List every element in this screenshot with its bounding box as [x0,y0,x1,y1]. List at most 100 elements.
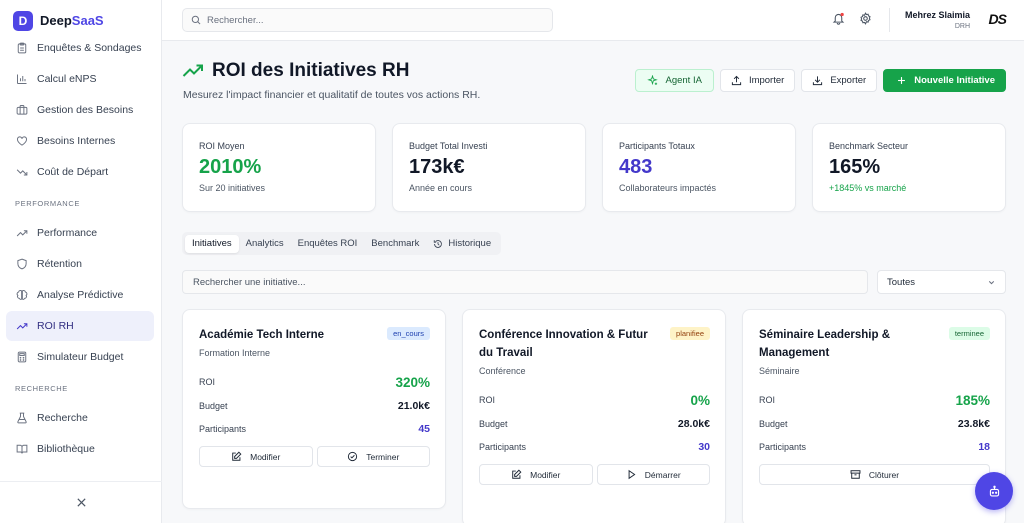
calculator-icon [17,351,27,363]
card-roi: 0% [690,392,710,408]
modify-button[interactable]: Modifier [479,464,593,485]
tab-historique[interactable]: Historique [426,235,498,253]
initiative-card: Conférence Innovation & Futur du Travail… [462,309,726,523]
user-info[interactable]: Mehrez Slaimia DRH [905,10,970,30]
page-title-text: ROI des Initiatives RH [212,60,410,81]
history-icon [434,239,443,248]
clipboard-icon [17,42,27,54]
sidebar-item-label: Bibliothèque [37,443,95,455]
sidebar-item-recherche[interactable]: Recherche [6,403,154,433]
robot-icon [989,485,999,497]
sidebar-item-label: Coût de Départ [37,166,109,178]
export-button[interactable]: Exporter [801,69,878,92]
section-recherche: RECHERCHE [15,384,68,393]
initiative-card: Séminaire Leadership & Management termin… [742,309,1006,523]
trend-up-icon [182,64,203,77]
new-initiative-button[interactable]: Nouvelle Initiative [883,69,1006,92]
sidebar-item-label: Recherche [37,412,88,424]
status-badge: planifiee [670,327,710,340]
import-button[interactable]: Importer [719,69,796,92]
card-title: Académie Tech Interne [199,329,325,341]
initiative-search-input[interactable] [182,270,868,294]
trend-down-icon [16,169,28,176]
sidebar-nav: Enquêtes & Sondages Calcul eNPS Gestion … [0,33,162,465]
user-role: DRH [954,23,970,30]
finish-button[interactable]: Terminer [316,446,430,467]
edit-icon [232,451,242,461]
card-participants: 18 [978,441,990,453]
flask-icon [17,412,27,424]
global-search [182,8,553,32]
stat-budget-total: Budget Total Investi 173k€ Année en cour… [392,123,586,212]
sidebar-item-label: Enquêtes & Sondages [37,42,142,54]
card-participants: 30 [698,441,710,453]
assistant-fab[interactable] [975,472,1013,510]
card-roi: 185% [955,392,990,408]
card-budget: 28.0k€ [677,418,710,430]
tab-benchmark[interactable]: Benchmark [364,235,426,253]
top-icons [832,12,872,25]
global-search-input[interactable] [207,14,527,26]
card-type: Séminaire [759,366,800,376]
card-title: Conférence Innovation & Futur du Travail [479,329,648,359]
upload-icon [731,75,742,86]
status-badge: en_cours [387,327,430,340]
heart-icon [17,136,27,146]
brand-name: DeepSaaS [40,13,104,28]
sidebar-item-label: Calcul eNPS [37,73,97,85]
sidebar-item-retention[interactable]: Rétention [6,249,154,279]
tab-enquetes-roi[interactable]: Enquêtes ROI [291,235,365,253]
briefcase-icon [16,105,28,115]
status-filter-select[interactable]: Toutes [877,270,1006,294]
sidebar-item-simulateur-budget[interactable]: Simulateur Budget [6,342,154,372]
brand-logo: D [13,10,33,31]
card-roi: 320% [395,374,430,390]
stat-roi-moyen: ROI Moyen 2010% Sur 20 initiatives [182,123,376,212]
sidebar-item-label: Performance [37,227,98,239]
sidebar-item-besoins-internes[interactable]: Besoins Internes [6,126,154,156]
sidebar-item-analyse-predictive[interactable]: Analyse Prédictive [6,280,154,310]
sidebar-item-cout-depart[interactable]: Coût de Départ [6,157,154,187]
sidebar-item-bibliotheque[interactable]: Bibliothèque [6,434,154,464]
close-icon[interactable] [76,497,87,508]
sidebar-footer [0,481,162,523]
sidebar-item-enps[interactable]: Calcul eNPS [6,64,154,94]
agent-ia-button[interactable]: Agent IA [635,69,714,92]
stat-benchmark: Benchmark Secteur 165% +1845% vs marché [812,123,1006,212]
modify-button[interactable]: Modifier [199,446,313,467]
sidebar-item-roi-rh[interactable]: ROI RH [6,311,154,341]
topbar-divider [889,8,890,32]
card-participants: 45 [418,423,430,435]
edit-icon [512,469,522,479]
tab-analytics[interactable]: Analytics [239,235,291,253]
tab-initiatives[interactable]: Initiatives [185,234,239,253]
start-button[interactable]: Démarrer [596,464,710,485]
close-initiative-button[interactable]: Clôturer [759,464,990,485]
sidebar-item-label: Rétention [37,258,82,270]
trend-up-icon [16,230,28,237]
main-content: ROI des Initiatives RH Mesurez l'impact … [162,41,1024,523]
tabs: Initiatives Analytics Enquêtes ROI Bench… [182,232,502,255]
initiative-card: Académie Tech Interne en_cours Formation… [182,309,446,509]
sidebar-item-label: Simulateur Budget [37,351,124,363]
check-circle-icon [348,451,358,462]
book-icon [16,444,28,454]
brand[interactable]: D DeepSaaS [0,0,161,32]
sidebar-item-performance[interactable]: Performance [6,218,154,248]
page-subtitle: Mesurez l'impact financier et qualitatif… [183,89,481,101]
card-type: Conférence [479,366,526,376]
sidebar-item-label: Besoins Internes [37,135,116,147]
stats-row: ROI Moyen 2010% Sur 20 initiatives Budge… [182,123,1006,212]
gear-icon[interactable] [859,12,872,25]
download-icon [813,76,823,86]
user-avatar-logo[interactable]: DS [989,11,1007,27]
stat-participants: Participants Totaux 483 Collaborateurs i… [602,123,796,212]
page-actions: Agent IA Importer Exporter Nouvelle Init… [635,69,1006,92]
user-name: Mehrez Slaimia [904,10,970,20]
chevron-down-icon [988,280,995,284]
sidebar-item-enquetes[interactable]: Enquêtes & Sondages [6,33,154,63]
bell-icon[interactable] [832,12,845,25]
sidebar: D DeepSaaS Enquêtes & Sondages Calcul eN… [0,0,162,523]
plus-icon [898,77,906,84]
sidebar-item-gestion-besoins[interactable]: Gestion des Besoins [6,95,154,125]
